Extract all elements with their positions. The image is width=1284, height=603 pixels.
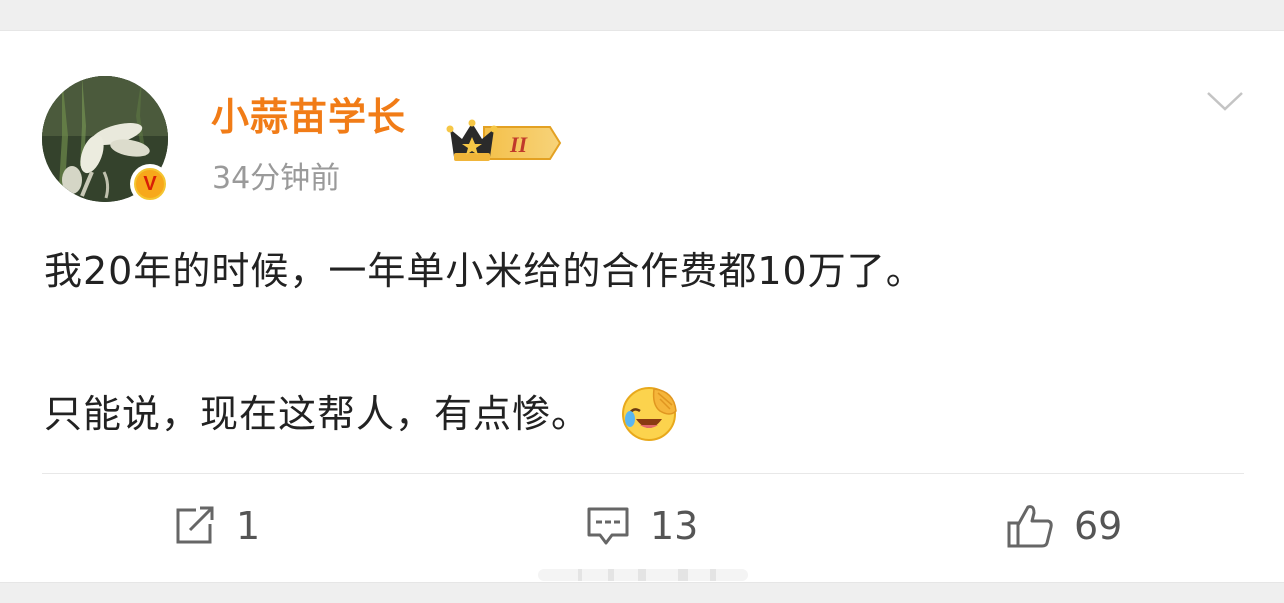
laughing-crying-emoji [622,387,677,441]
like-button[interactable]: 69 [1006,501,1122,551]
repost-count: 1 [236,504,261,548]
like-count: 69 [1074,504,1123,548]
like-icon [1007,505,1053,548]
post-text-line2-row: 只能说，现在这帮人，有点惨。 [44,385,678,443]
post-time: 34分钟前 [212,161,341,196]
page-indicator [538,569,748,581]
post-card: V 小蒜苗学长 II 34分钟前 我20年的时候，一年单小米给的合作费都10万了… [0,30,1284,583]
comment-count: 13 [650,504,699,548]
username[interactable]: 小蒜苗学长 [211,91,406,143]
comment-button[interactable]: 13 [586,501,698,551]
v-verified-icon: V [130,164,170,204]
chevron-down-icon[interactable] [1206,89,1244,113]
crown-icon[interactable]: II [444,119,562,165]
post-text-line1: 我20年的时候，一年单小米给的合作费都10万了。 [44,249,925,293]
repost-button[interactable]: 1 [174,501,260,551]
post-text-line2: 只能说，现在这帮人，有点惨。 [44,392,591,436]
comment-icon [587,507,629,545]
avatar-group[interactable]: V [42,76,172,206]
divider [42,473,1244,474]
level-badge-label: II [509,132,529,157]
repost-icon [176,506,214,544]
